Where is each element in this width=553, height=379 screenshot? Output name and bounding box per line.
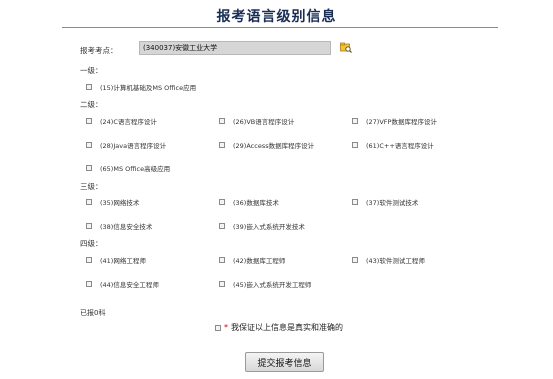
title-divider xyxy=(62,27,498,28)
option-checkbox[interactable] xyxy=(86,223,92,229)
confirm-label: 我保证以上信息是真实和准确的 xyxy=(231,323,343,332)
option-checkbox[interactable] xyxy=(219,281,225,287)
option-29-access[interactable]: (29)Access数据库程序设计 xyxy=(219,140,314,150)
option-44-security-engineer[interactable]: (44)信息安全工程师 xyxy=(86,279,159,289)
option-label: (42)数据库工程师 xyxy=(233,257,286,265)
option-label: (15)计算机基础及MS Office应用 xyxy=(100,84,197,92)
folder-search-icon[interactable] xyxy=(340,42,352,53)
option-label: (65)MS Office高级应用 xyxy=(100,165,171,173)
section-level2-title: 二级： xyxy=(80,100,103,109)
option-label: (24)C语言程序设计 xyxy=(100,118,157,126)
option-43-testing-engineer[interactable]: (43)软件测试工程师 xyxy=(352,255,425,265)
option-checkbox[interactable] xyxy=(352,199,358,205)
option-label: (27)VFP数据库程序设计 xyxy=(366,118,437,126)
option-15-office[interactable]: (15)计算机基础及MS Office应用 xyxy=(86,82,196,92)
option-checkbox[interactable] xyxy=(86,84,92,90)
exam-site-label: 报考考点： xyxy=(80,46,118,55)
option-26-vb[interactable]: (26)VB语言程序设计 xyxy=(219,116,294,126)
option-label: (61)C++语言程序设计 xyxy=(366,142,434,150)
option-label: (28)Java语言程序设计 xyxy=(100,142,167,150)
option-45-embedded-engineer[interactable]: (45)嵌入式系统开发工程师 xyxy=(219,279,311,289)
registered-count: 已报0科 xyxy=(80,309,106,317)
section-level1-title: 一级： xyxy=(80,66,103,75)
required-mark: * xyxy=(224,323,228,332)
option-checkbox[interactable] xyxy=(86,142,92,148)
option-checkbox[interactable] xyxy=(352,142,358,148)
option-27-vfp[interactable]: (27)VFP数据库程序设计 xyxy=(352,116,437,126)
option-checkbox[interactable] xyxy=(86,165,92,171)
confirm-checkbox[interactable] xyxy=(215,324,221,331)
section-level3-title: 三级： xyxy=(80,182,103,191)
option-37-testing[interactable]: (37)软件测试技术 xyxy=(352,197,418,207)
option-checkbox[interactable] xyxy=(86,281,92,287)
option-label: (41)网络工程师 xyxy=(100,257,146,265)
option-label: (26)VB语言程序设计 xyxy=(233,118,295,126)
option-label: (43)软件测试工程师 xyxy=(366,257,425,265)
page-title: 报考语言级别信息 xyxy=(216,9,337,25)
option-checkbox[interactable] xyxy=(219,118,225,124)
option-42-database-engineer[interactable]: (42)数据库工程师 xyxy=(219,255,285,265)
option-24-c[interactable]: (24)C语言程序设计 xyxy=(86,116,157,126)
option-label: (44)信息安全工程师 xyxy=(100,281,159,289)
option-label: (36)数据库技术 xyxy=(233,199,279,207)
option-checkbox[interactable] xyxy=(86,257,92,263)
option-41-network-engineer[interactable]: (41)网络工程师 xyxy=(86,255,146,265)
option-checkbox[interactable] xyxy=(219,199,225,205)
option-label: (35)网络技术 xyxy=(100,199,140,207)
option-label: (37)软件测试技术 xyxy=(366,199,419,207)
confirm-truthful-row[interactable]: * 我保证以上信息是真实和准确的 xyxy=(215,322,343,333)
option-checkbox[interactable] xyxy=(86,199,92,205)
option-36-database[interactable]: (36)数据库技术 xyxy=(219,197,279,207)
option-61-cpp[interactable]: (61)C++语言程序设计 xyxy=(352,140,434,150)
option-label: (29)Access数据库程序设计 xyxy=(233,142,315,150)
option-35-network[interactable]: (35)网络技术 xyxy=(86,197,139,207)
option-checkbox[interactable] xyxy=(86,118,92,124)
option-checkbox[interactable] xyxy=(219,142,225,148)
option-28-java[interactable]: (28)Java语言程序设计 xyxy=(86,140,166,150)
option-label: (38)信息安全技术 xyxy=(100,223,153,231)
exam-site-field[interactable]: (340037)安徽工业大学 xyxy=(139,41,331,55)
option-checkbox[interactable] xyxy=(352,257,358,263)
option-checkbox[interactable] xyxy=(219,257,225,263)
option-checkbox[interactable] xyxy=(352,118,358,124)
option-label: (39)嵌入式系统开发技术 xyxy=(233,223,305,231)
option-65-office-advanced[interactable]: (65)MS Office高级应用 xyxy=(86,163,170,173)
submit-button[interactable]: 提交报考信息 xyxy=(245,352,324,372)
exam-registration-page: 报考语言级别信息 报考考点： (340037)安徽工业大学 一级： (15)计算… xyxy=(0,0,553,379)
section-level4-title: 四级： xyxy=(80,239,103,248)
option-label: (45)嵌入式系统开发工程师 xyxy=(233,281,312,289)
option-checkbox[interactable] xyxy=(219,223,225,229)
option-39-embedded[interactable]: (39)嵌入式系统开发技术 xyxy=(219,221,305,231)
option-38-security[interactable]: (38)信息安全技术 xyxy=(86,221,152,231)
